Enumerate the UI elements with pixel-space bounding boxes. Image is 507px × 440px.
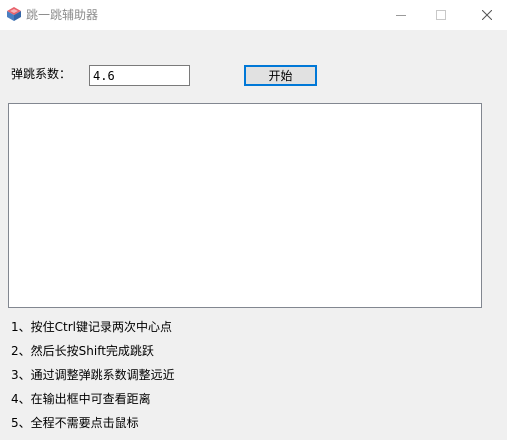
instruction-list: 1、按住Ctrl键记录两次中心点 2、然后长按Shift完成跳跃 3、通过调整弹… — [11, 319, 175, 439]
window-title: 跳一跳辅助器 — [26, 8, 99, 22]
main-window: 跳一跳辅助器 弹跳系数： 开始 1、按住Ctrl键记录两次中心点 2、然后长按S… — [0, 0, 507, 440]
start-button[interactable]: 开始 — [244, 65, 317, 86]
factor-label: 弹跳系数： — [11, 67, 72, 81]
minimize-icon — [396, 15, 406, 16]
instruction-item: 2、然后长按Shift完成跳跃 — [11, 344, 154, 358]
instruction-item: 5、全程不需要点击鼠标 — [11, 416, 139, 430]
close-icon — [482, 10, 492, 20]
app-icon — [6, 6, 22, 22]
output-textbox[interactable] — [8, 103, 482, 308]
factor-input[interactable] — [89, 65, 190, 86]
instruction-item: 4、在输出框中可查看距离 — [11, 392, 151, 406]
title-bar[interactable]: 跳一跳辅助器 — [0, 0, 507, 30]
maximize-icon — [436, 10, 446, 20]
minimize-button[interactable] — [384, 0, 418, 30]
instruction-item: 1、按住Ctrl键记录两次中心点 — [11, 320, 172, 334]
close-button[interactable] — [470, 0, 504, 30]
maximize-button[interactable] — [424, 0, 458, 30]
instruction-item: 3、通过调整弹跳系数调整远近 — [11, 368, 175, 382]
